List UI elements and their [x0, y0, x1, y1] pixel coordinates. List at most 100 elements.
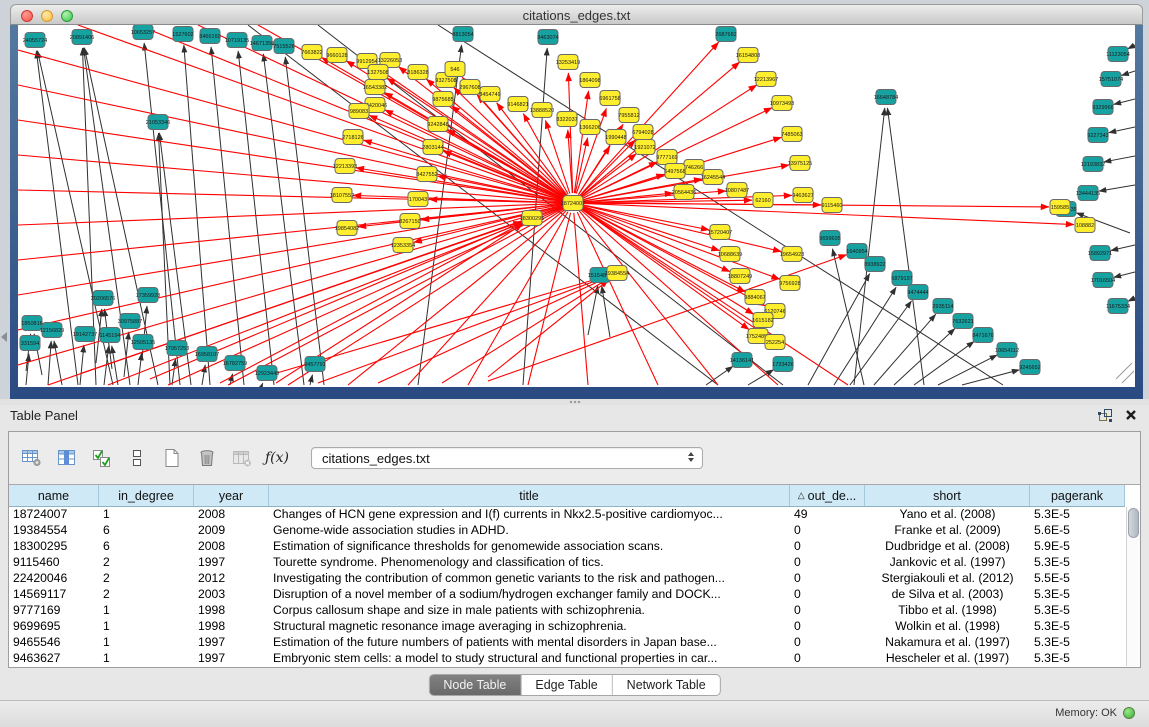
- panel-collapse-arrow[interactable]: [1, 332, 7, 342]
- graph-edge[interactable]: [18, 190, 563, 203]
- graph-node[interactable]: 10807487: [725, 183, 749, 198]
- table-row[interactable]: 1938455462009Genome-wide association stu…: [9, 522, 1125, 538]
- table-cell[interactable]: 19384554: [9, 522, 99, 538]
- table-row[interactable]: 911546021997Tourette syndrome. Phenomeno…: [9, 554, 1125, 570]
- graph-node[interactable]: 7632621: [952, 314, 973, 329]
- vertical-scrollbar[interactable]: [1126, 507, 1140, 666]
- close-panel-icon[interactable]: [1125, 409, 1137, 421]
- table-cell[interactable]: 5.5E-5: [1030, 570, 1125, 586]
- graph-node[interactable]: 8322037: [556, 112, 577, 127]
- graph-edge[interactable]: [262, 383, 263, 385]
- graph-node[interactable]: 159585: [1050, 200, 1070, 215]
- table-row[interactable]: 2242004622012Investigating the contribut…: [9, 570, 1125, 586]
- graph-node[interactable]: 9242848: [427, 117, 448, 132]
- table-cell[interactable]: 2009: [194, 522, 269, 538]
- graph-edge[interactable]: [348, 209, 565, 385]
- graph-edge[interactable]: [80, 345, 84, 385]
- graph-node[interactable]: 252254: [765, 335, 785, 350]
- graph-node[interactable]: 12213393: [333, 159, 357, 174]
- graph-node[interactable]: 9457791: [304, 357, 325, 372]
- table-cell[interactable]: 5.3E-5: [1030, 586, 1125, 602]
- graph-edge[interactable]: [1121, 71, 1135, 76]
- graph-node[interactable]: 170043: [408, 192, 428, 207]
- table-cell[interactable]: 2012: [194, 570, 269, 586]
- graph-node[interactable]: 989083: [349, 104, 369, 119]
- graph-edge[interactable]: [108, 207, 564, 385]
- graph-node[interactable]: 9227343: [1087, 128, 1108, 143]
- table-cell[interactable]: 6: [99, 538, 194, 554]
- table-cell[interactable]: 1: [99, 650, 194, 666]
- graph-node[interactable]: 14671358: [250, 36, 274, 51]
- table-cell[interactable]: 0: [790, 618, 865, 634]
- graph-node[interactable]: 9875685: [432, 92, 453, 107]
- table-cell[interactable]: 9115460: [9, 554, 99, 570]
- network-canvas[interactable]: 2405572420891406106532571527602846616010…: [18, 25, 1135, 387]
- graph-node[interactable]: 19654923: [780, 247, 804, 262]
- graph-edge[interactable]: [582, 207, 730, 272]
- delete-rows-icon[interactable]: [196, 448, 218, 468]
- table-cell[interactable]: Stergiakouli et al. (2012): [865, 570, 1030, 586]
- graph-node[interactable]: 16782759: [223, 356, 247, 371]
- graph-edge[interactable]: [310, 375, 312, 385]
- table-cell[interactable]: 5.3E-5: [1030, 618, 1125, 634]
- table-cell[interactable]: 9465546: [9, 634, 99, 650]
- graph-edge[interactable]: [442, 279, 608, 383]
- tab-node-table[interactable]: Node Table: [429, 675, 521, 695]
- graph-node[interactable]: 2718126: [342, 130, 363, 145]
- graph-edge[interactable]: [1128, 298, 1135, 301]
- graph-edge[interactable]: [288, 208, 565, 385]
- table-cell[interactable]: Estimation of the future numbers of pati…: [269, 634, 790, 650]
- graph-node[interactable]: 546: [445, 62, 465, 77]
- table-cell[interactable]: 1998: [194, 618, 269, 634]
- tab-edge-table[interactable]: Edge Table: [521, 675, 612, 695]
- table-cell[interactable]: 0: [790, 538, 865, 554]
- table-row[interactable]: 1456911722003Disruption of a novel membe…: [9, 586, 1125, 602]
- graph-node[interactable]: 6961758: [599, 91, 620, 106]
- table-cell[interactable]: Dudbridge et al. (2008): [865, 538, 1030, 554]
- graph-edge[interactable]: [48, 341, 51, 385]
- table-cell[interactable]: 0: [790, 554, 865, 570]
- graph-node[interactable]: 13444135: [1076, 186, 1100, 201]
- graph-edge[interactable]: [894, 328, 955, 385]
- table-cell[interactable]: 0: [790, 522, 865, 538]
- graph-node[interactable]: 1527602: [172, 27, 193, 42]
- table-cell[interactable]: 2: [99, 570, 194, 586]
- table-cell[interactable]: Disruption of a novel member of a sodium…: [269, 586, 790, 602]
- graph-edge[interactable]: [1116, 363, 1132, 379]
- graph-node[interactable]: 19854082: [335, 221, 359, 236]
- graph-node[interactable]: 8454749: [479, 87, 500, 102]
- graph-node[interactable]: 9756928: [779, 276, 800, 291]
- graph-node[interactable]: 1864098: [579, 73, 600, 88]
- graph-edge[interactable]: [583, 205, 782, 251]
- table-cell[interactable]: 1997: [194, 554, 269, 570]
- graph-node[interactable]: 8466160: [199, 29, 220, 44]
- graph-node[interactable]: 7485063: [781, 127, 802, 142]
- graph-edge[interactable]: [938, 355, 997, 385]
- table-cell[interactable]: 5.6E-5: [1030, 522, 1125, 538]
- graph-edge[interactable]: [488, 280, 608, 377]
- graph-node[interactable]: 9463627: [792, 188, 813, 203]
- table-cell[interactable]: Hescheler et al. (1997): [865, 650, 1030, 666]
- graph-edge[interactable]: [18, 155, 563, 202]
- column-header-name[interactable]: name: [9, 485, 99, 506]
- table-cell[interactable]: 0: [790, 586, 865, 602]
- network-window-titlebar[interactable]: citations_edges.txt: [10, 4, 1143, 25]
- graph-node[interactable]: 16958107: [195, 347, 219, 362]
- table-row[interactable]: 946362711997Embryonic stem cells: a mode…: [9, 650, 1125, 666]
- graph-edge[interactable]: [1109, 127, 1135, 133]
- memory-status-indicator[interactable]: [1123, 707, 1135, 719]
- graph-edge[interactable]: [832, 249, 864, 385]
- table-cell[interactable]: 49: [790, 506, 865, 522]
- column-header-year[interactable]: year: [194, 485, 269, 506]
- table-cell[interactable]: Jankovic et al. (1997): [865, 554, 1030, 570]
- table-row[interactable]: 1830029562008Estimation of significance …: [9, 538, 1125, 554]
- graph-node[interactable]: 8186328: [407, 65, 428, 80]
- float-panel-icon[interactable]: [1097, 408, 1113, 422]
- table-cell[interactable]: 2008: [194, 538, 269, 554]
- column-header-pagerank[interactable]: pagerank: [1030, 485, 1125, 506]
- graph-edge[interactable]: [887, 108, 924, 385]
- column-header-title[interactable]: title: [269, 485, 790, 506]
- table-cell[interactable]: 18300295: [9, 538, 99, 554]
- table-cell[interactable]: 1997: [194, 634, 269, 650]
- graph-node[interactable]: 7955812: [618, 108, 639, 123]
